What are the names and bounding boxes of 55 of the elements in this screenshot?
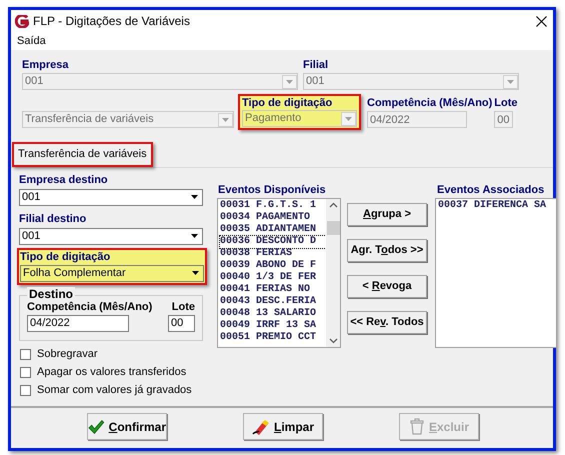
field-label: Tipo de digitação: [242, 96, 334, 110]
field-label: Lote: [494, 96, 518, 110]
field-label: Competência (Mês/Ano): [27, 300, 152, 314]
checkbox-label: Apagar os valores transferidos: [37, 365, 186, 380]
checkbox[interactable]: [20, 349, 31, 360]
list-item[interactable]: 00049 IRRF 13 SA: [220, 320, 326, 332]
list-item[interactable]: 00031 F.G.T.S. 1: [220, 200, 326, 212]
events-listbox[interactable]: 00037 DIFERENCA SA: [435, 198, 557, 348]
eraser-icon: [252, 418, 270, 436]
field-label: Filial destino: [19, 212, 88, 226]
field-label: Eventos Disponíveis: [218, 182, 327, 196]
field-label: Tipo de digitação: [20, 250, 112, 264]
field-label: Empresa destino: [19, 172, 109, 186]
list-item[interactable]: 00037 DIFERENCA SA: [438, 200, 556, 212]
transfer-button[interactable]: < Revoga: [347, 274, 427, 298]
list-item[interactable]: 00035 ADIANTAMEN: [220, 224, 326, 236]
field-label: Competência (Mês/Ano): [367, 96, 492, 110]
checkbox-label: Somar com valores já gravados: [37, 383, 192, 398]
dropdown-field[interactable]: 001: [19, 188, 203, 206]
dropdown-field[interactable]: 001: [19, 228, 203, 244]
scroll-thumb[interactable]: [326, 220, 340, 234]
checkbox[interactable]: [20, 367, 31, 378]
action-button[interactable]: Confirmar: [87, 413, 167, 440]
events-listbox[interactable]: 00031 F.G.T.S. 1 00034 PAGAMENTO 00035 ADIANTAMEN 00036 DESCONTO D 00038 FERIAS 00039 ABONO DE F 00040 1/3 DE FER 00041 FERIAS NO 00043 DESC.FERIA 00048 13 SALARIO 00049 IRRF 13 SA 00051 PREMIO CCT: [217, 198, 341, 348]
list-item[interactable]: 00043 DESC.FERIA: [220, 296, 326, 308]
list-item[interactable]: 00051 PREMIO CCT: [220, 332, 326, 344]
text-field[interactable]: 04/2022: [27, 314, 129, 332]
list-item[interactable]: 00039 ABONO DE F: [220, 260, 326, 272]
transfer-button[interactable]: Agrupa >: [347, 202, 427, 226]
field-label: Lote: [172, 300, 195, 314]
group-title: Destino: [27, 286, 76, 300]
app-logo-icon: [15, 14, 29, 28]
list-item[interactable]: 00041 FERIAS NO: [220, 284, 326, 296]
window-title: FLP - Digitações de Variáveis: [33, 13, 191, 30]
transfer-button[interactable]: << Rev. Todos: [347, 310, 427, 334]
checkmark-icon: [88, 418, 105, 434]
close-icon[interactable]: [536, 16, 547, 26]
field-label: Filial: [303, 58, 330, 72]
list-item[interactable]: 00038 FERIAS: [220, 248, 326, 260]
trash-icon: [408, 418, 425, 435]
transfer-button[interactable]: Agr. Todos >>: [347, 238, 427, 262]
list-item[interactable]: 00048 13 SALARIO: [220, 308, 326, 320]
section-tab[interactable]: Transferência de variáveis: [12, 142, 153, 166]
list-item[interactable]: 00040 1/3 DE FER: [220, 272, 326, 284]
dropdown-field[interactable]: Folha Complementar: [20, 264, 204, 282]
text-field[interactable]: 00: [168, 314, 195, 332]
list-item[interactable]: 00036 DESCONTO D: [220, 236, 326, 248]
checkbox[interactable]: [20, 385, 31, 396]
field-label: Eventos Associados: [437, 182, 546, 196]
field-label: Empresa: [22, 58, 70, 72]
scrollbar[interactable]: [326, 198, 340, 346]
checkbox-label: Sobregravar: [37, 347, 98, 362]
list-item[interactable]: 00034 PAGAMENTO: [220, 212, 326, 224]
menu-item[interactable]: Saída: [16, 32, 47, 50]
action-button[interactable]: Limpar: [243, 413, 323, 440]
